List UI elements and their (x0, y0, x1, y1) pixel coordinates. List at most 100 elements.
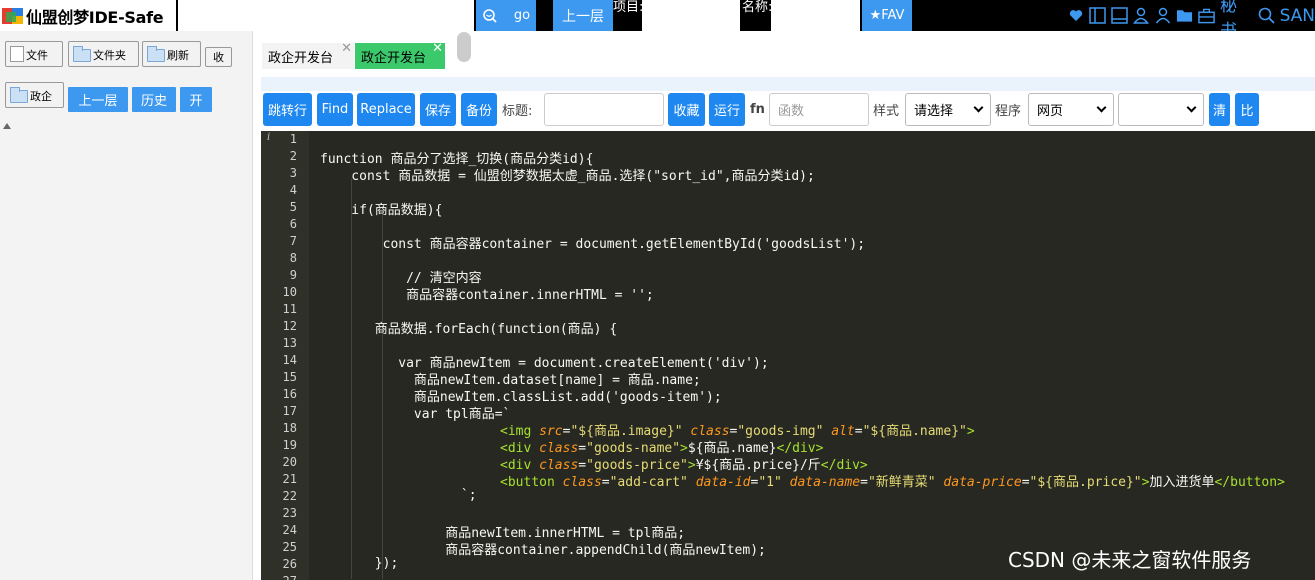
line-number[interactable]: 9 (290, 268, 297, 282)
new-file-label: 文件 (26, 49, 48, 62)
code-editor[interactable]: i 1 2 3 4 5 6 7 8 9 10 11 12 13 14 15 16 17 18 19 20 21 22 23 2… (261, 131, 1315, 580)
folder-icon[interactable] (1176, 7, 1193, 24)
refresh-label: 刷新 (167, 49, 189, 62)
extra-select[interactable] (1118, 93, 1204, 126)
line-number[interactable]: 10 (283, 285, 297, 299)
search-san-icon[interactable] (1258, 7, 1275, 24)
left-up-button[interactable]: 上一层 (68, 87, 128, 112)
project-input[interactable] (642, 0, 740, 31)
line-number[interactable]: 15 (283, 370, 297, 384)
line-number[interactable]: 1 (290, 132, 297, 146)
code-line[interactable]: 商品容器container.innerHTML = ''; (320, 284, 654, 303)
line-number[interactable]: 4 (290, 183, 297, 197)
tab-scrollbar-thumb[interactable] (457, 32, 471, 62)
title-input[interactable] (544, 93, 664, 126)
line-number[interactable]: 6 (290, 217, 297, 231)
panel-bottom-icon[interactable] (1111, 7, 1129, 24)
save-button[interactable]: 保存 (420, 93, 456, 126)
compare-button[interactable]: 比 (1235, 93, 1259, 126)
code-line[interactable]: }); (320, 556, 399, 571)
line-number[interactable]: 25 (283, 540, 297, 554)
code-token: class (562, 475, 602, 490)
find-button[interactable]: Find (317, 93, 353, 126)
code-line[interactable]: 商品数据.forEach(function(商品) { (320, 318, 617, 337)
code-line[interactable]: const 商品容器container = document.getElemen… (320, 233, 865, 252)
line-number[interactable]: 5 (290, 200, 297, 214)
style-label: 样式 (873, 104, 900, 119)
style-select[interactable]: 请选择 (905, 93, 991, 126)
line-number[interactable]: 7 (290, 234, 297, 248)
search-icon (483, 8, 497, 23)
chevron-down-icon (1186, 102, 1197, 113)
program-select[interactable]: 网页 (1028, 93, 1114, 126)
folder-icon (73, 46, 91, 62)
line-number[interactable]: 23 (283, 506, 297, 520)
line-number[interactable]: 17 (283, 404, 297, 418)
tab-bar: 政企开发台 ✕ 政企开发台 ✕ (253, 31, 1315, 77)
code-token: data-name (789, 475, 861, 490)
top-bar: 仙盟创梦IDE-Safe go 上一层 项目: 名称: ★FAV 秘 SAN (0, 0, 1315, 41)
close-icon[interactable]: ✕ (341, 41, 352, 56)
clear-button[interactable]: 清 (1209, 93, 1230, 126)
line-number[interactable]: 21 (283, 472, 297, 486)
open-button[interactable]: 开 (180, 87, 212, 112)
current-folder-button[interactable]: 政企 (5, 82, 64, 108)
code-token: data-id (695, 475, 751, 490)
code-line[interactable]: if(商品数据){ (320, 199, 442, 218)
line-number[interactable]: 18 (283, 421, 297, 435)
tab-editor-2-active[interactable]: 政企开发台 ✕ (355, 41, 445, 69)
heart-icon[interactable] (1068, 7, 1084, 24)
code-line[interactable]: const 商品数据 = 仙盟创梦数据太虚_商品.选择("sort_id",商品… (320, 165, 815, 184)
code-token: 加入进货单 (1149, 475, 1215, 490)
line-number[interactable]: 11 (283, 302, 297, 316)
goto-line-button[interactable]: 跳转行 (263, 93, 312, 126)
top-icon-bar: 秘书 SAN (1068, 0, 1315, 41)
path-input[interactable] (178, 0, 474, 31)
refresh-button[interactable]: 刷新 (142, 41, 201, 67)
line-number[interactable]: 19 (283, 438, 297, 452)
backup-button[interactable]: 备份 (461, 93, 497, 126)
chevron-down-icon (973, 102, 984, 113)
function-input[interactable]: 函数 (769, 93, 869, 126)
line-number[interactable]: 27 (283, 574, 297, 580)
line-number[interactable]: 3 (290, 166, 297, 180)
replace-button[interactable]: Replace (357, 93, 415, 126)
code-token: = (854, 424, 863, 439)
new-file-button[interactable]: 文件 (5, 41, 63, 67)
style-select-value: 请选择 (914, 104, 954, 119)
fav-button[interactable]: ★FAV (862, 0, 912, 31)
line-number[interactable]: 2 (290, 149, 297, 163)
history-button[interactable]: 历史 (132, 87, 176, 112)
favorite-button[interactable]: 收藏 (668, 93, 705, 126)
scroll-up-arrow-icon[interactable] (3, 123, 11, 129)
name-input[interactable] (771, 0, 860, 31)
user-outline-icon[interactable] (1155, 7, 1171, 24)
line-number[interactable]: 14 (283, 353, 297, 367)
line-number[interactable]: 24 (283, 523, 297, 537)
line-number[interactable]: 22 (283, 489, 297, 503)
line-number[interactable]: 8 (290, 251, 297, 265)
line-number[interactable]: 20 (283, 455, 297, 469)
collapse-button[interactable]: 收 (205, 47, 232, 67)
tab-label: 政企开发台 (361, 50, 427, 66)
sidebar-left-icon[interactable] (1089, 7, 1107, 24)
app-logo: 仙盟创梦IDE-Safe (0, 0, 176, 31)
toolbox-icon[interactable] (1198, 7, 1215, 24)
line-number[interactable]: 13 (283, 336, 297, 350)
top-up-button[interactable]: 上一层 (553, 0, 613, 31)
user-icon[interactable] (1133, 7, 1150, 24)
run-button[interactable]: 运行 (709, 93, 745, 126)
close-icon[interactable]: ✕ (432, 41, 443, 56)
line-number[interactable]: 12 (283, 319, 297, 333)
lint-info-icon[interactable]: i (267, 132, 270, 143)
go-button[interactable]: go (476, 0, 536, 31)
line-number[interactable]: 26 (283, 557, 297, 571)
new-folder-button[interactable]: 文件夹 (68, 41, 139, 67)
code-token: "新鲜青菜" (867, 475, 936, 490)
san-link[interactable]: SAN (1280, 6, 1315, 26)
line-number[interactable]: 16 (283, 387, 297, 401)
tab-editor-1[interactable]: 政企开发台 ✕ (262, 41, 354, 69)
code-line[interactable]: `; (320, 488, 477, 503)
